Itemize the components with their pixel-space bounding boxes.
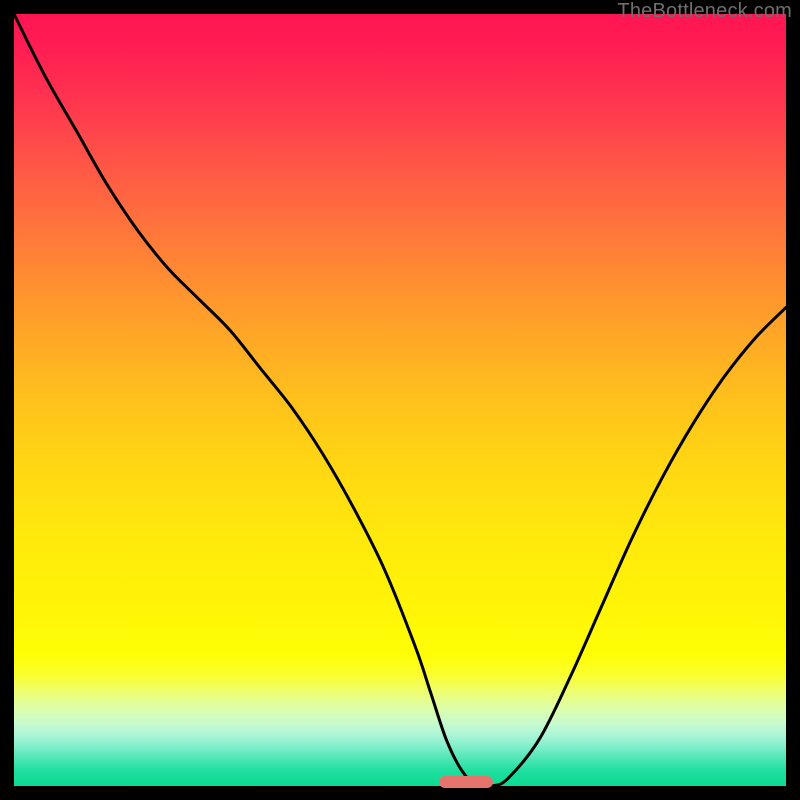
watermark-text: TheBottleneck.com	[617, 0, 792, 23]
plot-frame	[14, 14, 786, 786]
plot-area	[14, 14, 786, 786]
optimal-marker	[439, 776, 493, 788]
bottleneck-curve	[14, 14, 786, 786]
